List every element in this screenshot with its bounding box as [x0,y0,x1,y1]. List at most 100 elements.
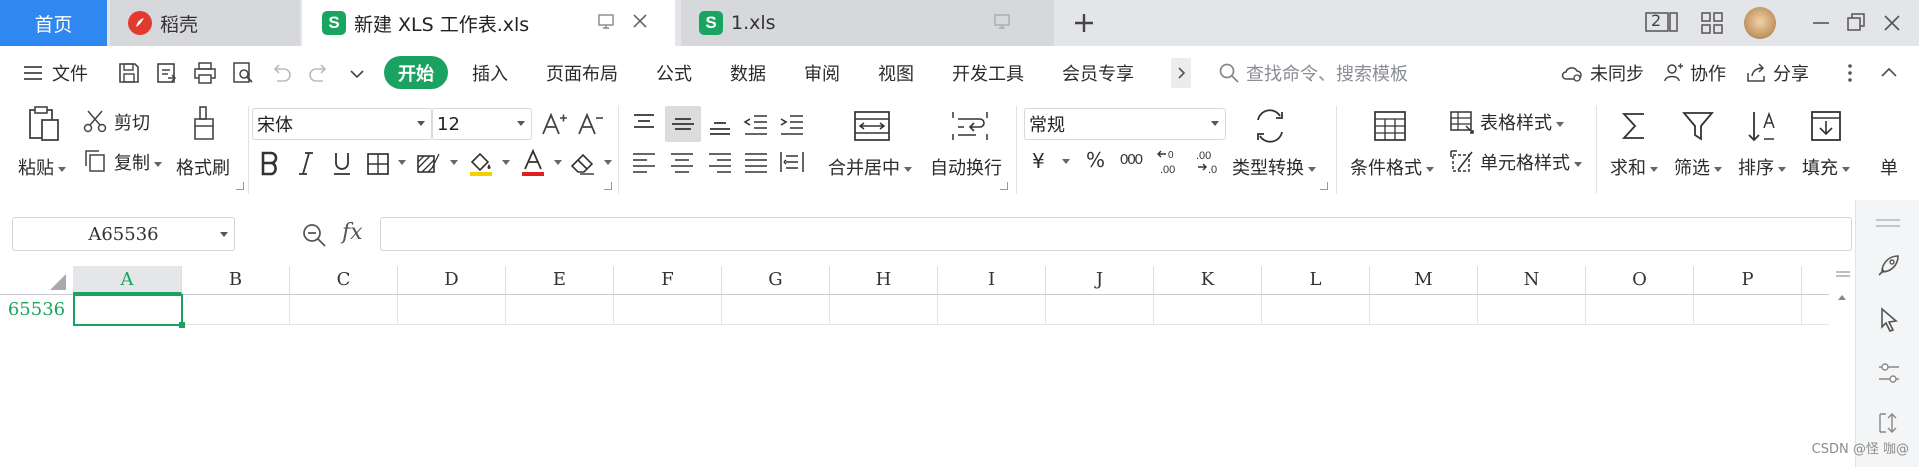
type-convert-button[interactable]: 类型转换 [1230,104,1320,186]
screen-icon[interactable] [596,11,616,31]
row-header-65536[interactable]: 65536 [0,295,73,325]
cell[interactable] [614,295,722,325]
cell[interactable] [1478,295,1586,325]
collapse-ribbon-icon[interactable] [1876,60,1902,86]
select-all-corner[interactable] [0,266,74,294]
paste-button[interactable]: 粘贴 [16,104,72,186]
cell[interactable] [182,295,290,325]
justify-icon[interactable] [742,148,770,176]
cell[interactable] [1802,295,1829,325]
fx-label[interactable]: fx [342,220,363,245]
column-header-b[interactable]: B [182,266,290,294]
align-right-icon[interactable] [706,148,734,176]
alignment-dialog-launcher[interactable] [1000,182,1008,190]
tab-start[interactable]: 开始 [384,56,448,89]
cell[interactable] [506,295,614,325]
tab-member[interactable]: 会员专享 [1062,46,1134,100]
column-header-m[interactable]: M [1370,266,1478,294]
redo-icon[interactable] [306,60,332,86]
align-top-icon[interactable] [630,110,658,138]
cell[interactable] [830,295,938,325]
fill-handle[interactable] [179,322,185,328]
distributed-align-icon[interactable] [778,148,806,176]
italic-icon[interactable] [292,148,320,178]
fill-button[interactable]: 填充 [1800,104,1852,186]
vertical-scrollbar[interactable] [1829,266,1855,467]
sort-button[interactable]: 排序 [1736,104,1788,186]
tab-home[interactable]: 首页 [0,0,107,46]
column-header-a[interactable]: A [73,266,182,294]
sliders-icon[interactable] [1876,360,1902,386]
font-size-select[interactable]: 12 [432,108,532,140]
decrease-indent-icon[interactable] [742,110,770,138]
tab-data[interactable]: 数据 [730,46,766,100]
column-header-n[interactable]: N [1478,266,1586,294]
tab-page-layout[interactable]: 页面布局 [546,46,618,100]
column-header-i[interactable]: I [938,266,1046,294]
decrease-decimal-icon[interactable]: .00.0 [1192,146,1222,178]
avatar[interactable] [1744,7,1776,39]
tab-active-document[interactable]: S 新建 XLS 工作表.xls [302,0,675,46]
column-header-p[interactable]: P [1694,266,1802,294]
column-header-h[interactable]: H [830,266,938,294]
tab-view[interactable]: 视图 [878,46,914,100]
cell[interactable] [1046,295,1154,325]
percent-button[interactable]: % [1086,148,1105,172]
fill-color-button[interactable] [466,148,510,178]
bold-icon[interactable] [256,148,284,178]
cell[interactable] [290,295,398,325]
column-header-f[interactable]: F [614,266,722,294]
align-bottom-icon[interactable] [706,110,734,138]
rows-sort-icon[interactable] [1876,410,1902,436]
collaborate-button[interactable]: 协作 [1662,46,1726,100]
print-icon[interactable] [192,60,218,86]
cell[interactable] [1586,295,1694,325]
align-middle-icon[interactable] [669,110,697,138]
number-dialog-launcher[interactable] [1320,182,1328,190]
cell[interactable] [1370,295,1478,325]
decrease-font-size-icon[interactable] [576,110,604,138]
tab-formulas[interactable]: 公式 [656,46,692,100]
align-center-icon[interactable] [668,148,696,176]
column-header-j[interactable]: J [1046,266,1154,294]
clipboard-dialog-launcher[interactable] [236,182,244,190]
cell[interactable] [398,295,506,325]
column-header-e[interactable]: E [506,266,614,294]
name-box[interactable]: A65536 [12,217,235,251]
screen-icon[interactable] [992,11,1012,31]
minimize-icon[interactable] [1810,11,1832,35]
export-icon[interactable] [154,60,180,86]
undo-icon[interactable] [268,60,294,86]
column-header-o[interactable]: O [1586,266,1694,294]
tab-daoke[interactable]: 稻壳 [110,0,300,46]
currency-button[interactable]: ¥ [1032,148,1074,178]
save-icon[interactable] [116,60,142,86]
underline-icon[interactable] [328,148,356,178]
borders-button[interactable] [364,148,408,178]
column-header-g[interactable]: G [722,266,830,294]
more-tabs-button[interactable] [1171,58,1191,88]
single-label[interactable]: 单 [1880,154,1898,180]
fill-pattern-button[interactable] [414,148,458,178]
share-button[interactable]: 分享 [1745,46,1809,100]
number-format-select[interactable]: 常规 [1024,108,1226,140]
wrap-text-button[interactable]: 自动换行 [930,104,1010,186]
align-left-icon[interactable] [630,148,658,176]
clear-button[interactable] [568,148,612,178]
sync-status[interactable]: 未同步 [1560,46,1644,100]
document-count-button[interactable]: 2 [1645,11,1679,35]
tab-insert[interactable]: 插入 [472,46,508,100]
grid-apps-icon[interactable] [1700,11,1724,35]
column-header-l[interactable]: L [1262,266,1370,294]
copy-button[interactable]: 复制 [82,148,172,176]
cell[interactable] [1154,295,1262,325]
tab-review[interactable]: 审阅 [804,46,840,100]
more-options-icon[interactable] [1837,60,1863,86]
zoom-search-icon[interactable] [300,221,328,249]
increase-indent-icon[interactable] [778,110,806,138]
merge-center-button[interactable]: 合并居中 [826,104,918,186]
cell[interactable] [1262,295,1370,325]
file-menu[interactable]: 文件 [22,46,88,100]
tab-document-1xls[interactable]: S 1.xls [681,0,1054,46]
column-header-partial[interactable] [1802,266,1829,294]
